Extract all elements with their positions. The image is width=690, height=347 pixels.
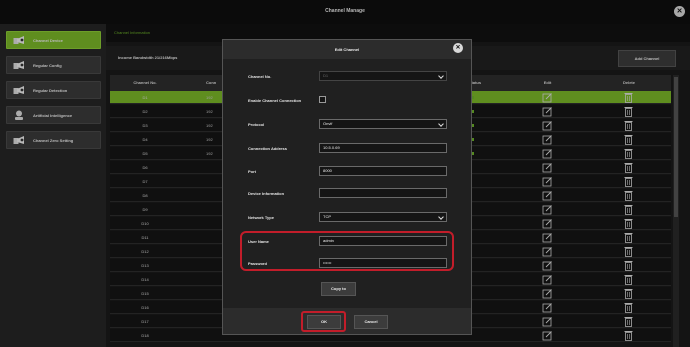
network-type-select[interactable]: TCP xyxy=(319,212,447,222)
connection-address-label: Connection Address xyxy=(248,146,287,151)
chevron-down-icon xyxy=(438,121,444,127)
network-type-value: TCP xyxy=(323,214,331,219)
dialog-title: Edit Channel xyxy=(334,47,360,52)
chevron-down-icon xyxy=(438,214,444,220)
dialog-footer: OK Cancel xyxy=(223,308,471,334)
protocol-label: Protocol xyxy=(248,122,265,127)
channel-no-value: D1 xyxy=(323,73,329,78)
dialog-header: Edit Channel ✕ xyxy=(223,40,471,59)
chevron-down-icon xyxy=(438,73,444,79)
enable-connection-label: Enable Channel Connection xyxy=(248,98,302,103)
protocol-value: Onvif xyxy=(323,121,333,126)
channel-no-select[interactable]: D1 xyxy=(319,71,447,81)
password-label: Password xyxy=(248,261,267,266)
enable-connection-checkbox[interactable] xyxy=(319,96,326,103)
channel-no-label: Channel No. xyxy=(248,74,272,79)
cancel-button[interactable]: Cancel xyxy=(354,315,388,329)
connection-address-input[interactable]: 10.5.0.69 xyxy=(319,143,447,153)
ok-button[interactable]: OK xyxy=(307,315,341,329)
port-label: Port xyxy=(248,169,256,174)
channel-manage-window: Channel Manage ✕ Channel Device Regular C… xyxy=(0,0,690,347)
device-information-input[interactable] xyxy=(319,188,447,198)
port-input[interactable]: 8000 xyxy=(319,166,447,176)
dialog-close-icon[interactable]: ✕ xyxy=(453,43,463,53)
edit-channel-dialog: Edit Channel ✕ Channel No. D1 Enable Cha… xyxy=(222,39,472,335)
password-input[interactable]: •••••• xyxy=(319,258,447,268)
user-name-label: User Name xyxy=(248,239,269,244)
protocol-select[interactable]: Onvif xyxy=(319,119,447,129)
network-type-label: Network Type xyxy=(248,215,274,220)
device-information-label: Device Information xyxy=(248,191,285,196)
copy-to-button[interactable]: Copy to xyxy=(321,282,356,296)
user-name-input[interactable]: admin xyxy=(319,236,447,246)
